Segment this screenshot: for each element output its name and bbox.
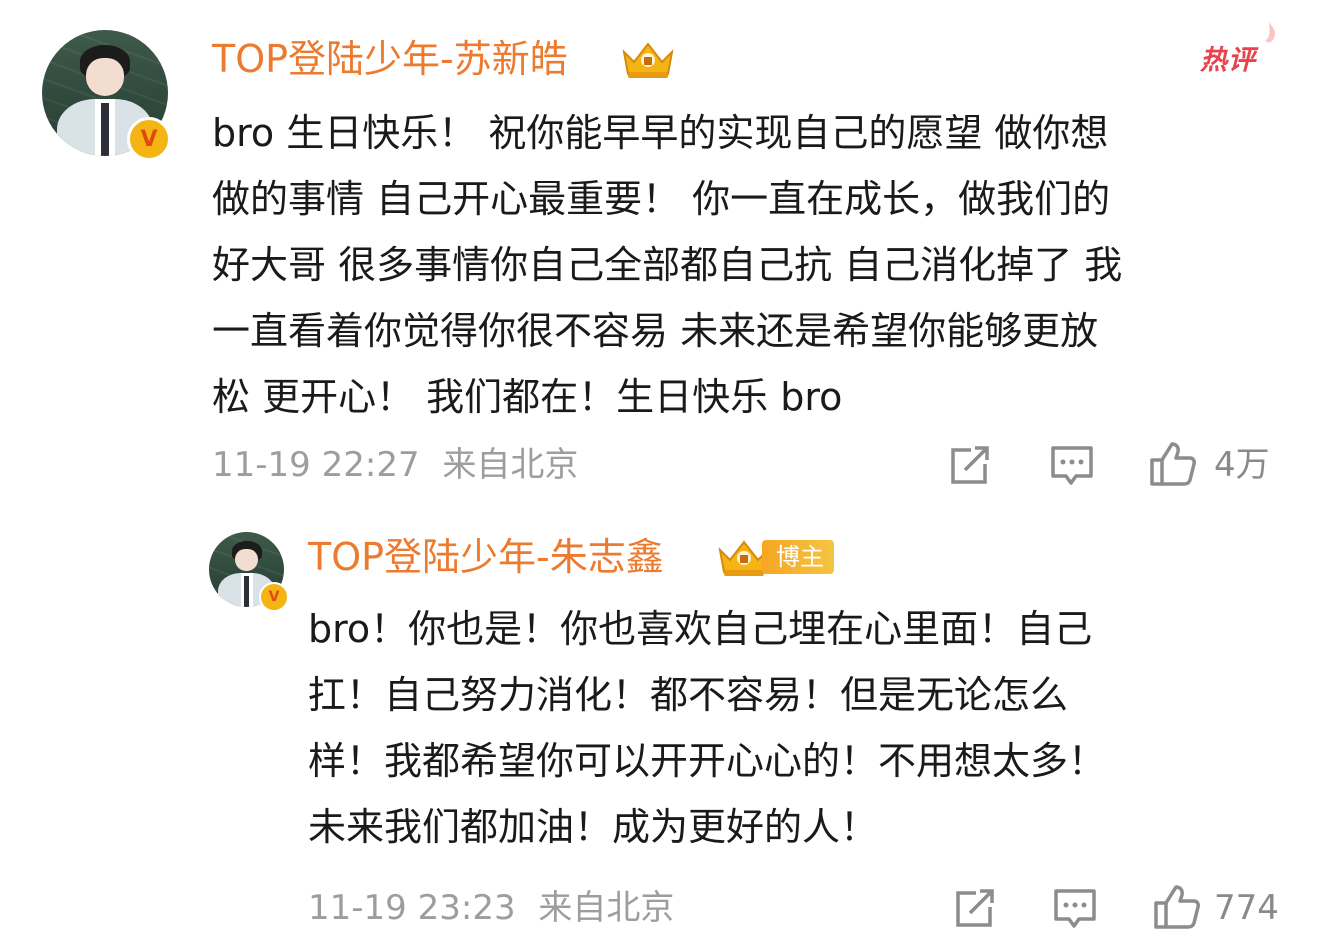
comment-text: bro 生日快乐！ 祝你能早早的实现自己的愿望 做你想 做的事情 自己开心最重要… bbox=[212, 100, 1122, 430]
flame-icon bbox=[1265, 22, 1276, 43]
reply-line: 扛！自己努力消化！都不容易！但是无论怎么 bbox=[308, 673, 1069, 717]
comment-icon[interactable] bbox=[1049, 444, 1095, 488]
comment-line: 松 更开心！ 我们都在！生日快乐 bro bbox=[212, 375, 843, 419]
reply-meta: 11-19 23:23 来自北京 bbox=[308, 886, 674, 930]
username-link[interactable]: TOP登陆少年-苏新皓 bbox=[212, 36, 568, 82]
host-badge: 博主 bbox=[762, 540, 834, 574]
verified-badge-icon: V bbox=[259, 582, 289, 612]
like-count: 774 bbox=[1214, 888, 1279, 928]
timestamp: 11-19 23:23 bbox=[308, 888, 516, 928]
comment-line: bro 生日快乐！ 祝你能早早的实现自己的愿望 做你想 bbox=[212, 111, 1109, 155]
share-icon[interactable] bbox=[952, 887, 996, 929]
reply-line: 未来我们都加油！成为更好的人！ bbox=[308, 805, 879, 849]
comment-line: 一直看着你觉得你很不容易 未来还是希望你能够更放 bbox=[212, 309, 1099, 353]
reply-text: bro！你也是！你也喜欢自己埋在心里面！自己 扛！自己努力消化！都不容易！但是无… bbox=[308, 596, 1106, 860]
location: 来自北京 bbox=[442, 445, 579, 485]
like-icon[interactable] bbox=[1152, 883, 1202, 931]
verified-badge-icon: V bbox=[127, 117, 171, 161]
comment-meta: 11-19 22:27 来自北京 bbox=[212, 443, 578, 487]
comment-line: 做的事情 自己开心最重要！ 你一直在成长，做我们的 bbox=[212, 177, 1111, 221]
like-icon[interactable] bbox=[1148, 440, 1198, 488]
share-icon[interactable] bbox=[947, 444, 991, 486]
location: 来自北京 bbox=[538, 888, 675, 928]
comment-line: 好大哥 很多事情你自己全部都自己抗 自己消化掉了 我 bbox=[212, 243, 1123, 287]
hot-comment-tag: 热评 bbox=[1200, 22, 1276, 77]
reply-line: 样！我都希望你可以开开心心的！不用想太多！ bbox=[308, 739, 1107, 783]
hot-comment-label: 热评 bbox=[1200, 45, 1256, 76]
reply-line: bro！你也是！你也喜欢自己埋在心里面！自己 bbox=[308, 607, 1093, 651]
like-count: 4万 bbox=[1214, 445, 1270, 485]
crown-icon bbox=[622, 42, 674, 78]
username-link[interactable]: TOP登陆少年-朱志鑫 bbox=[308, 534, 664, 580]
comment-icon[interactable] bbox=[1052, 887, 1098, 931]
timestamp: 11-19 22:27 bbox=[212, 445, 420, 485]
